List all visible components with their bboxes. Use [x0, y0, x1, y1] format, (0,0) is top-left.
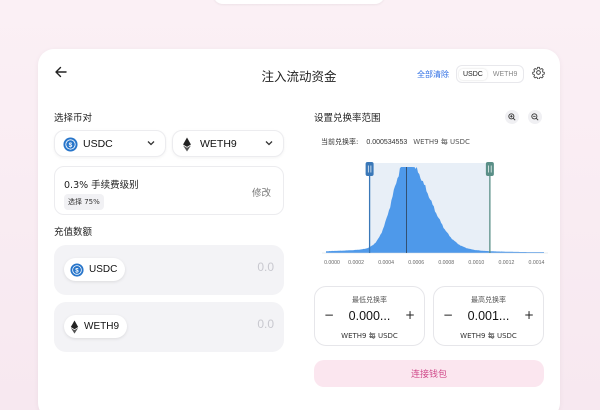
token-a-select[interactable]: $ USDC	[54, 130, 166, 157]
gear-icon[interactable]	[532, 66, 545, 79]
add-liquidity-card: 注入流动资金 全部清除 USDC WETH9 选择币对 $ USDC WETH9…	[38, 49, 560, 410]
top-tab	[213, 0, 385, 4]
chevron-down-icon	[265, 141, 273, 146]
fee-tier-badge: 选择 75%	[64, 194, 104, 210]
min-price-unit: WETH9 每 USDC	[341, 332, 398, 340]
max-price-increment-button[interactable]: +	[522, 308, 536, 324]
x-axis-ticks: 0.0000 0.0002 0.0004 0.0006 0.0008 0.0010 0.00…	[324, 260, 544, 266]
deposit-weth9-amount[interactable]: 0.0	[257, 317, 274, 331]
current-rate-label: 当前兑换率:	[321, 138, 359, 146]
x-tick-label: 0.0000	[324, 260, 340, 266]
x-tick-label: 0.0012	[498, 260, 514, 266]
handle-grip[interactable]	[365, 162, 374, 176]
max-price-unit: WETH9 每 USDC	[460, 332, 517, 340]
min-price-box: 最低兑换率 − 0.000... + WETH9 每 USDC	[314, 286, 425, 346]
token-a-symbol: USDC	[83, 138, 113, 150]
svg-text:$: $	[75, 267, 79, 274]
current-rate-unit: WETH9 每 USDC	[413, 138, 470, 146]
zoom-in-button[interactable]	[505, 110, 519, 124]
usdc-icon: $	[63, 137, 78, 152]
current-rate: 当前兑换率: 0.000534553 WETH9 每 USDC	[321, 137, 470, 147]
eth-icon	[70, 319, 79, 334]
deposit-usdc-box[interactable]: $ USDC 0.0	[54, 245, 284, 295]
toggle-weth9[interactable]: WETH9	[489, 69, 522, 80]
current-rate-value: 0.000534553	[366, 139, 408, 146]
eth-icon	[183, 137, 191, 152]
token-toggle: USDC WETH9	[456, 65, 524, 83]
fee-edit-button[interactable]: 修改	[252, 185, 271, 199]
fee-tier-box: 0.3% 手续费级别 选择 75% 修改	[54, 166, 284, 215]
toggle-usdc[interactable]: USDC	[459, 68, 487, 80]
x-tick-label: 0.0010	[468, 260, 484, 266]
max-price-label: 最高兑换率	[471, 296, 506, 304]
connect-wallet-button[interactable]: 连接钱包	[314, 360, 544, 387]
svg-text:$: $	[69, 142, 73, 149]
x-tick-label: 0.0004	[378, 260, 394, 266]
x-tick-label: 0.0002	[348, 260, 364, 266]
deposit-weth9-chip: WETH9	[64, 315, 127, 338]
fee-tier-title: 0.3% 手续费级别	[64, 180, 139, 191]
usdc-icon: $	[70, 262, 84, 277]
deposit-usdc-chip: $ USDC	[64, 258, 126, 281]
deposit-usdc-symbol: USDC	[89, 264, 118, 275]
clear-all-link[interactable]: 全部清除	[417, 69, 449, 80]
token-b-select[interactable]: WETH9	[172, 130, 284, 157]
token-b-symbol: WETH9	[200, 138, 237, 150]
handle-grip[interactable]	[485, 162, 494, 176]
card-header: 注入流动资金 全部清除 USDC WETH9	[38, 49, 560, 99]
deposit-weth9-box[interactable]: WETH9 0.0	[54, 302, 284, 352]
deposit-weth9-symbol: WETH9	[84, 321, 119, 332]
zoom-in-icon	[508, 113, 516, 121]
max-price-box: 最高兑换率 − 0.001... + WETH9 每 USDC	[433, 286, 544, 346]
deposit-usdc-amount[interactable]: 0.0	[257, 260, 274, 274]
chevron-down-icon	[147, 141, 155, 146]
pair-label: 选择币对	[54, 113, 93, 124]
min-price-increment-button[interactable]: +	[403, 308, 417, 324]
deposit-label: 充值数额	[54, 227, 93, 238]
range-label: 设置兑换率范围	[314, 113, 381, 124]
zoom-out-button[interactable]	[528, 110, 542, 124]
x-tick-label: 0.0006	[408, 260, 424, 266]
min-price-label: 最低兑换率	[352, 296, 387, 304]
zoom-out-icon	[531, 113, 539, 121]
x-tick-label: 0.0014	[529, 260, 545, 266]
liquidity-chart: 0.0000 0.0002 0.0004 0.0006 0.0008 0.0010 0.00…	[322, 162, 548, 266]
x-tick-label: 0.0008	[438, 260, 454, 266]
